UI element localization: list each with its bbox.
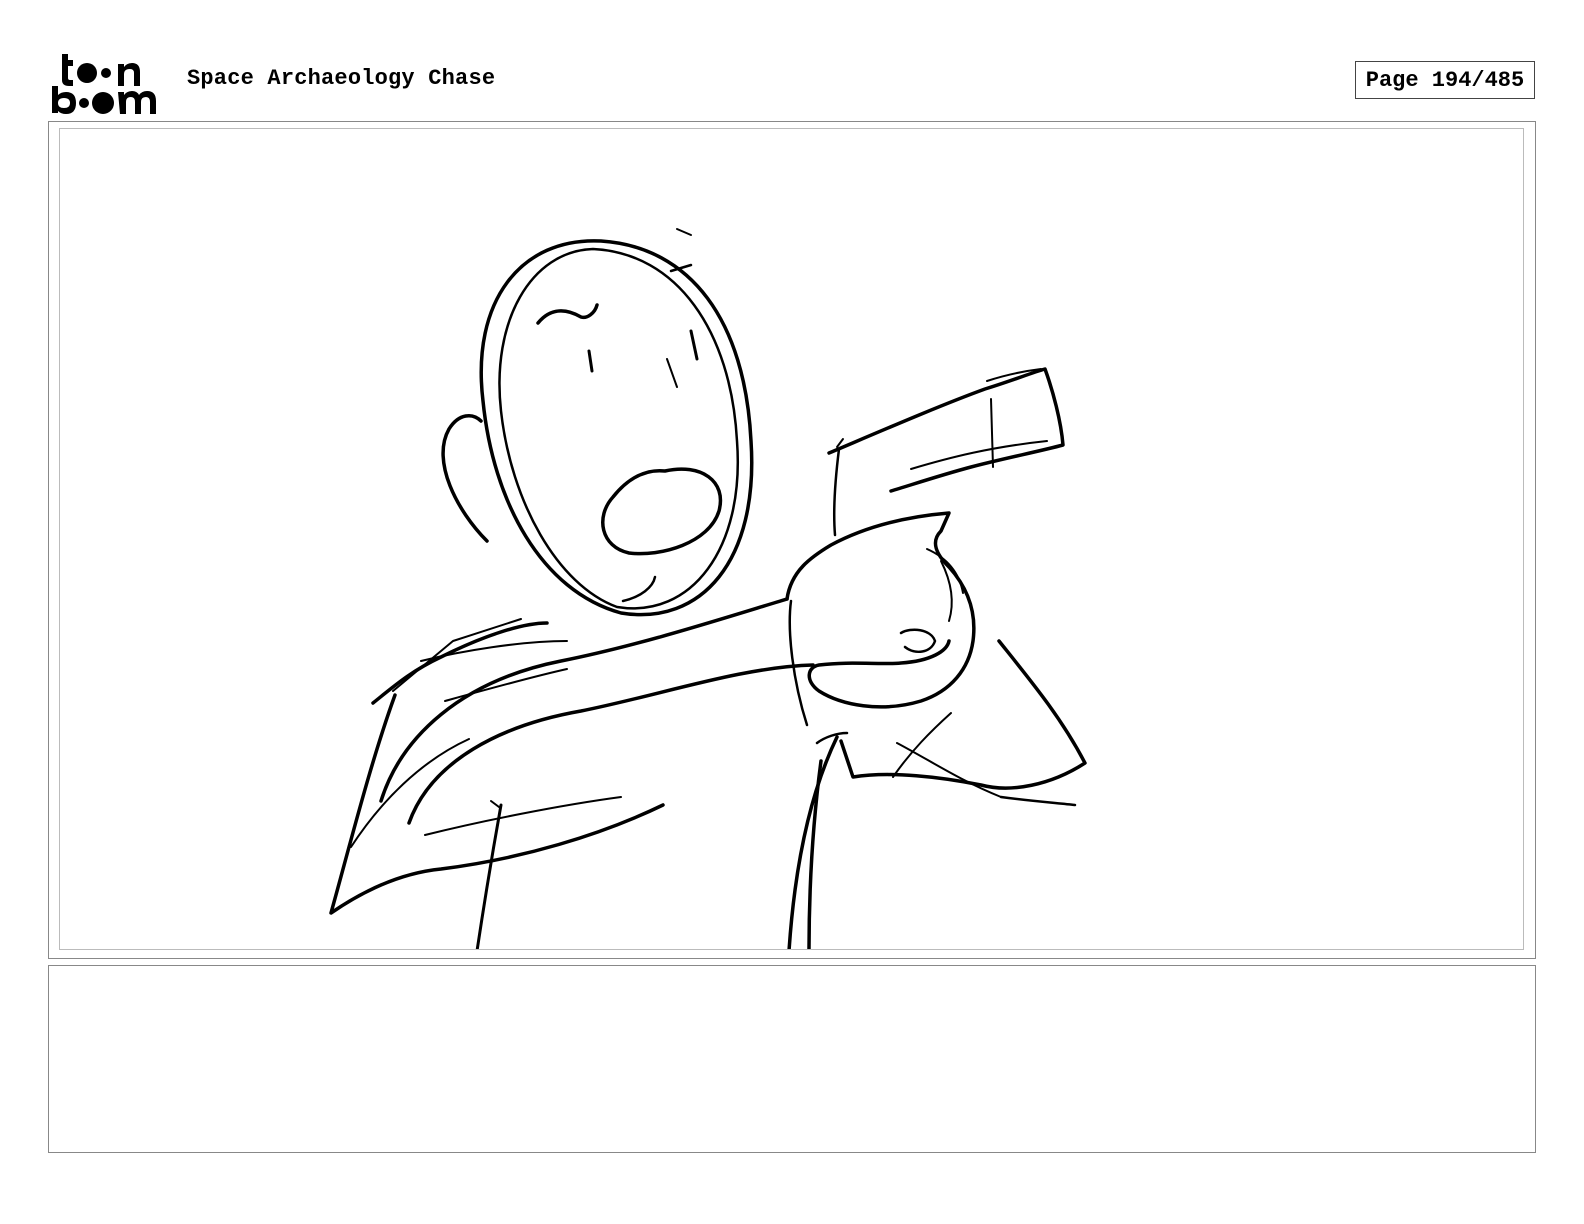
sketch-character-pointing [329,228,1087,949]
toon-boom-logo [50,50,166,114]
page-number-label: Page 194/485 [1355,61,1535,99]
storyboard-panel-image [59,128,1524,950]
project-title: Space Archaeology Chase [187,66,496,91]
panel-notes-area [48,965,1536,1153]
